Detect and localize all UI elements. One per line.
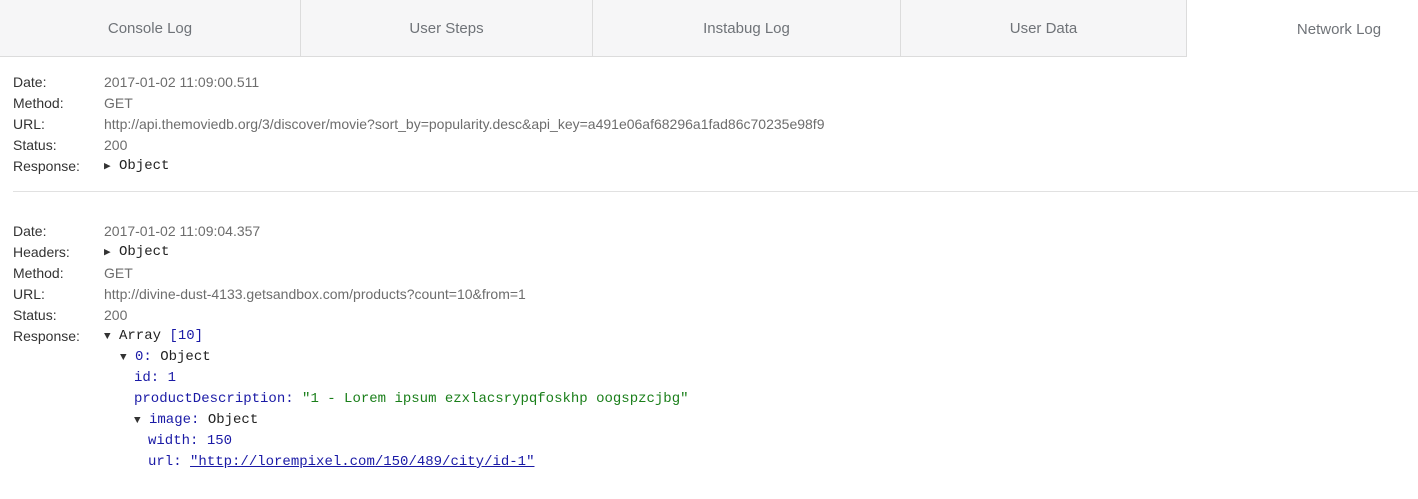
property-url: url: "http://lorempixel.com/150/489/city… — [148, 452, 534, 473]
status-value: 200 — [104, 137, 128, 153]
date-value: 2017-01-02 11:09:00.511 — [104, 74, 260, 90]
headers-label: Headers: — [13, 244, 70, 260]
tab-console-log[interactable]: Console Log — [0, 0, 301, 57]
property-product-description: productDescription: "1 - Lorem ipsum ezx… — [134, 389, 689, 410]
tab-instabug-log[interactable]: Instabug Log — [593, 0, 901, 57]
date-value: 2017-01-02 11:09:04.357 — [104, 223, 261, 239]
property-id: id: 1 — [134, 368, 176, 389]
expand-triangle-icon: ▶ — [104, 247, 111, 259]
url-value: http://divine-dust-4133.getsandbox.com/p… — [104, 286, 526, 302]
date-label: Date: — [13, 223, 47, 239]
url-label: URL: — [13, 286, 45, 302]
status-value: 200 — [104, 307, 128, 323]
response-array-toggle[interactable]: ▼ Array [10] — [104, 326, 203, 348]
status-label: Status: — [13, 137, 57, 153]
property-value: 1 — [167, 370, 177, 386]
tab-label: Instabug Log — [703, 19, 790, 37]
headers-type: Object — [119, 244, 170, 260]
collapse-triangle-icon: ▼ — [104, 331, 111, 343]
method-value: GET — [104, 95, 133, 111]
tab-label: User Data — [1009, 19, 1078, 37]
method-label: Method: — [13, 265, 64, 281]
array-item-toggle[interactable]: ▼ 0: Object — [120, 347, 211, 368]
image-object-toggle[interactable]: ▼ image: Object — [134, 410, 258, 431]
property-key: id: — [134, 370, 160, 386]
tab-bar: Console Log User Steps Instabug Log User… — [0, 0, 1418, 58]
tab-user-steps[interactable]: User Steps — [301, 0, 593, 57]
array-count: [10] — [169, 328, 204, 344]
property-key: productDescription: — [134, 391, 294, 407]
entry-divider — [13, 191, 1418, 192]
method-label: Method: — [13, 95, 64, 111]
response-label: Response: — [13, 158, 80, 174]
headers-toggle[interactable]: ▶ Object — [104, 242, 169, 264]
date-label: Date: — [13, 74, 47, 90]
property-width: width: 150 — [148, 431, 232, 452]
image-url-link[interactable]: "http://lorempixel.com/150/489/city/id-1… — [190, 454, 534, 470]
property-key: width: — [148, 433, 199, 449]
response-type: Array — [119, 328, 162, 344]
image-type: Object — [207, 412, 259, 428]
tab-label: Network Log — [1296, 20, 1382, 38]
item-index: 0: — [135, 349, 152, 365]
tab-user-data[interactable]: User Data — [901, 0, 1187, 57]
property-key: url: — [148, 454, 182, 470]
property-value: "1 - Lorem ipsum ezxlacsrypqfoskhp oogsp… — [302, 391, 689, 407]
method-value: GET — [104, 265, 133, 281]
collapse-triangle-icon: ▼ — [134, 415, 141, 427]
url-value: http://api.themoviedb.org/3/discover/mov… — [104, 116, 825, 132]
expand-triangle-icon: ▶ — [104, 161, 111, 173]
item-type: Object — [160, 349, 211, 365]
tab-network-log[interactable]: Network Log — [1187, 0, 1418, 58]
url-label: URL: — [13, 116, 45, 132]
response-toggle[interactable]: ▶ Object — [104, 156, 169, 178]
tab-label: Console Log — [107, 19, 193, 37]
property-key: image: — [149, 412, 200, 428]
response-label: Response: — [13, 328, 80, 344]
property-value: 150 — [206, 433, 233, 449]
tab-label: User Steps — [409, 19, 484, 37]
collapse-triangle-icon: ▼ — [120, 352, 127, 364]
response-type: Object — [119, 158, 170, 174]
status-label: Status: — [13, 307, 57, 323]
